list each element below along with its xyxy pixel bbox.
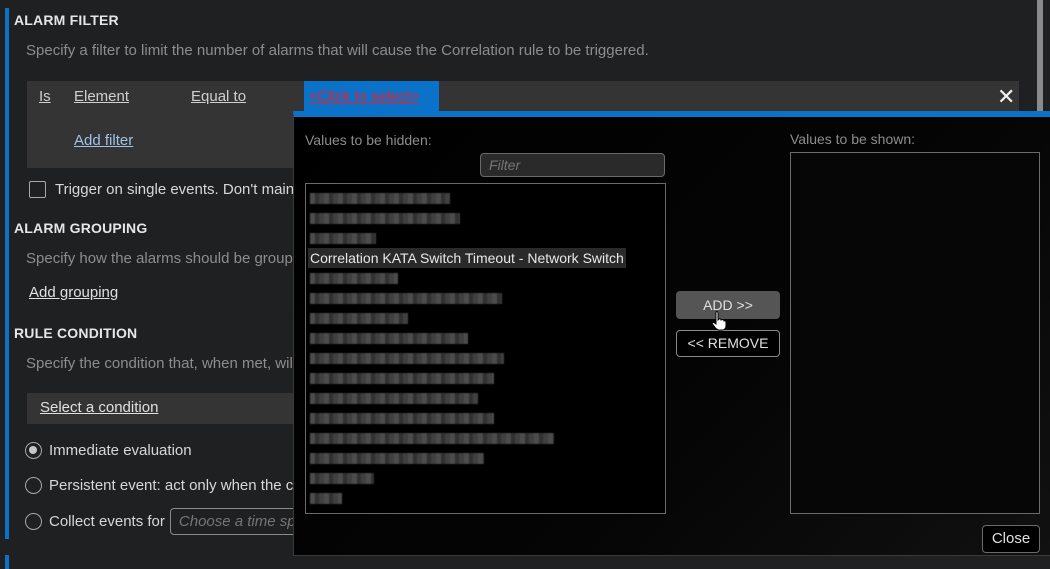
shown-values-list[interactable]: [790, 152, 1040, 514]
select-condition-link[interactable]: Select a condition: [40, 399, 158, 416]
list-item[interactable]: [308, 208, 663, 228]
add-filter-link[interactable]: Add filter: [74, 132, 133, 149]
radio-persistent-event[interactable]: Persistent event: act only when the co: [25, 477, 302, 494]
redacted-text: [310, 413, 494, 424]
list-item[interactable]: [308, 348, 663, 368]
redacted-text: [310, 393, 478, 404]
alarm-grouping-description: Specify how the alarms should be groupe: [26, 250, 302, 267]
redacted-text: [310, 273, 398, 284]
list-item[interactable]: [308, 468, 663, 488]
list-item[interactable]: [308, 328, 663, 348]
radio-immediate-evaluation[interactable]: Immediate evaluation: [25, 442, 192, 459]
close-button[interactable]: Close: [982, 525, 1040, 553]
radio-collect-events[interactable]: Collect events for: [25, 508, 310, 535]
rule-condition-title: RULE CONDITION: [14, 325, 138, 341]
filter-column-equal-to[interactable]: Equal to: [191, 88, 246, 105]
add-button[interactable]: ADD >>: [676, 291, 780, 319]
list-item[interactable]: [308, 428, 663, 448]
trigger-single-events-checkbox[interactable]: [29, 181, 46, 198]
redacted-text: [310, 293, 502, 304]
add-grouping-link[interactable]: Add grouping: [29, 284, 118, 301]
redacted-text: [310, 453, 484, 464]
redacted-text: [310, 213, 460, 224]
alarm-filter-title: ALARM FILTER: [14, 12, 119, 28]
radio-button[interactable]: [25, 513, 42, 530]
redacted-text: [310, 353, 504, 364]
filter-input[interactable]: [480, 153, 665, 177]
value-picker-dialog: Values to be hidden: Correlation KATA Sw…: [293, 111, 1050, 556]
trigger-single-events-label: Trigger on single events. Don't maint: [55, 181, 299, 198]
radio-label: Immediate evaluation: [49, 442, 192, 459]
select-condition-box[interactable]: Select a condition: [27, 393, 297, 424]
list-item[interactable]: [308, 488, 663, 508]
radio-button-checked[interactable]: [25, 442, 42, 459]
value-selector[interactable]: <Click to select>: [304, 81, 439, 112]
redacted-text: [310, 433, 554, 444]
redacted-text: [310, 193, 450, 204]
close-icon[interactable]: ✕: [997, 84, 1015, 110]
hidden-values-label: Values to be hidden:: [305, 132, 432, 148]
scrollbar-thumb[interactable]: [1037, 0, 1043, 120]
list-item[interactable]: [308, 388, 663, 408]
radio-button[interactable]: [25, 477, 42, 494]
redacted-text: [310, 473, 374, 484]
remove-button[interactable]: << REMOVE: [676, 330, 780, 357]
time-span-input[interactable]: [169, 508, 310, 535]
list-item[interactable]: [308, 268, 663, 288]
list-item[interactable]: [308, 188, 663, 208]
list-item[interactable]: [308, 308, 663, 328]
section-accent-bar-next: [5, 555, 9, 569]
list-item[interactable]: [308, 228, 663, 248]
trigger-single-events-option[interactable]: Trigger on single events. Don't maint: [29, 181, 298, 198]
hand-cursor-icon: [711, 311, 727, 331]
list-item[interactable]: [308, 448, 663, 468]
list-item[interactable]: [308, 288, 663, 308]
radio-label: Collect events for: [49, 513, 165, 530]
click-to-select-link[interactable]: <Click to select>: [309, 88, 419, 105]
hidden-values-list[interactable]: Correlation KATA Switch Timeout - Networ…: [305, 183, 666, 514]
redacted-text: [310, 373, 494, 384]
redacted-text: [310, 493, 342, 504]
redacted-text: [310, 333, 468, 344]
rule-condition-description: Specify the condition that, when met, wi…: [26, 355, 293, 372]
shown-values-label: Values to be shown:: [790, 131, 916, 147]
alarm-grouping-title: ALARM GROUPING: [14, 220, 148, 236]
radio-label: Persistent event: act only when the co: [49, 477, 302, 494]
redacted-text: [310, 233, 376, 244]
alarm-filter-description: Specify a filter to limit the number of …: [26, 42, 649, 59]
list-item[interactable]: [308, 408, 663, 428]
redacted-text: [310, 313, 408, 324]
list-item[interactable]: [308, 368, 663, 388]
list-item-selected[interactable]: Correlation KATA Switch Timeout - Networ…: [308, 248, 626, 268]
section-accent-bar: [5, 8, 9, 539]
filter-column-element[interactable]: Element: [74, 88, 129, 105]
filter-column-is[interactable]: Is: [39, 88, 51, 105]
